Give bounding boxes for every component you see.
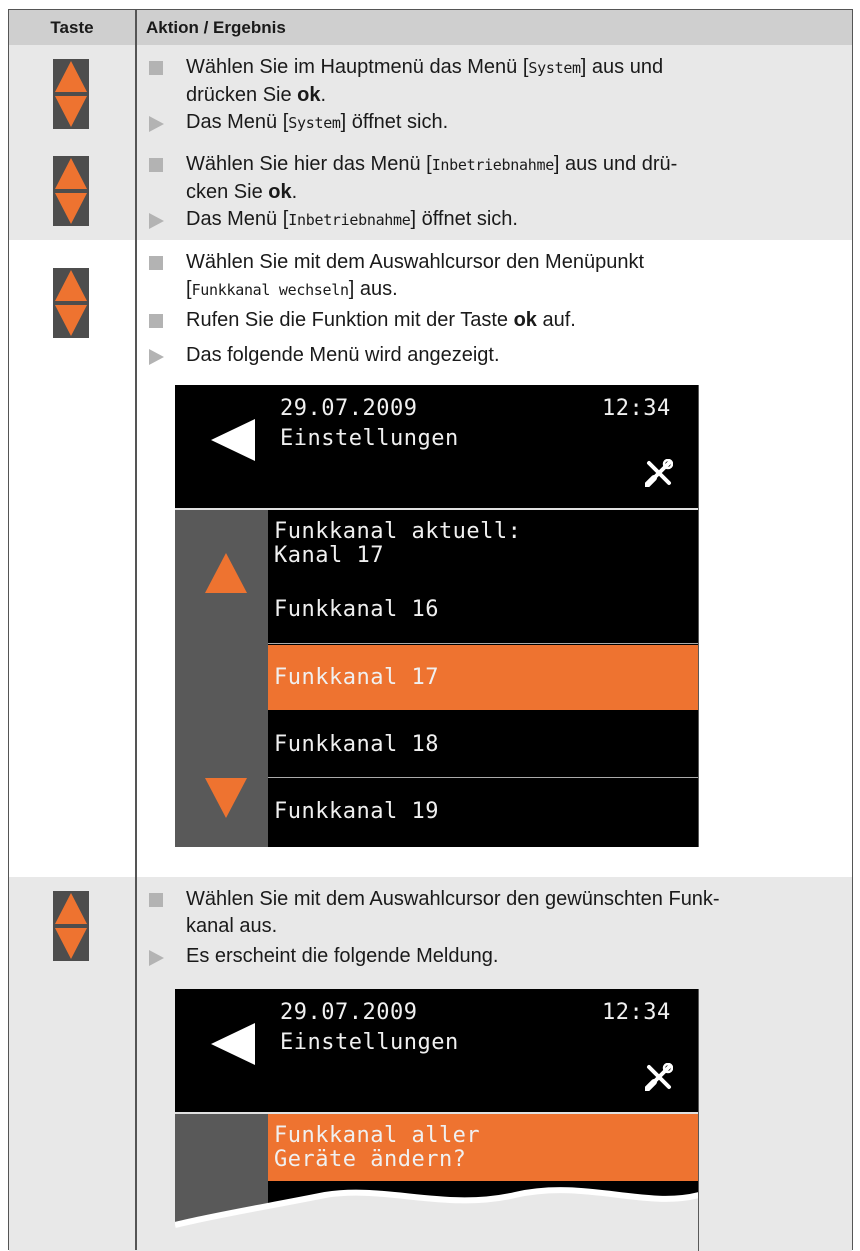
tools-icon	[645, 1063, 673, 1091]
bullet-square-icon	[149, 61, 163, 75]
screen-time: 12:34	[602, 396, 671, 421]
text-part: Wählen Sie mit dem Auswahlcursor den Men…	[186, 251, 645, 273]
action-item: Rufen Sie die Funktion mit der Taste ok …	[149, 307, 839, 334]
up-down-arrow-keys-icon	[53, 268, 89, 338]
result-item: Das folgende Menü wird angezeigt.	[149, 342, 839, 369]
key-name: ok	[268, 181, 292, 203]
device-screen-message: 29.07.2009 12:34 Einstellungen Funkkanal…	[175, 989, 699, 1251]
text-part: ] öffnet sich.	[410, 208, 518, 230]
bullet-square-icon	[149, 256, 163, 270]
scroll-panel	[175, 510, 268, 847]
screen-header: 29.07.2009 12:34 Einstellungen	[175, 385, 699, 509]
text-part: auf.	[536, 309, 576, 331]
up-down-arrow-keys-icon	[53, 59, 89, 129]
text-part: Das Menü [	[186, 111, 289, 133]
menu-item-label: Kanal 17	[274, 543, 384, 568]
header-action: Aktion / Ergebnis	[146, 18, 286, 37]
text-part: kanal aus.	[186, 915, 278, 937]
screen-title: Einstellungen	[280, 426, 459, 451]
menu-name: Inbetriebnahme	[288, 211, 411, 229]
text-part: ] aus und	[580, 56, 664, 78]
menu-item-label: Funkkanal 19	[274, 799, 439, 824]
result-item: Das Menü [Inbetriebnahme] öffnet sich.	[149, 206, 839, 233]
bullet-square-icon	[149, 158, 163, 172]
header-key: Taste	[50, 18, 94, 37]
text-part: Wählen Sie hier das Menü [	[186, 153, 432, 175]
message-text: Geräte ändern?	[274, 1147, 467, 1172]
bullet-square-icon	[149, 314, 163, 328]
action-item: Wählen Sie mit dem Auswahlcursor den gew…	[149, 886, 839, 940]
result-arrow-icon	[149, 213, 164, 229]
result-item: Das Menü [System] öffnet sich.	[149, 109, 839, 136]
key-name: ok	[297, 84, 321, 106]
text-part: drücken Sie	[186, 84, 298, 106]
screen-time: 12:34	[602, 1000, 671, 1025]
key-name: ok	[513, 309, 537, 331]
result-text: Es erscheint die folgende Meldung.	[186, 945, 499, 967]
message-text: Funkkanal aller	[274, 1123, 481, 1148]
menu-name: System	[528, 59, 581, 77]
instruction-table: Taste Aktion / Ergebnis Wählen Sie im Ha…	[8, 9, 853, 1251]
menu-item-label: Funkkanal 18	[274, 732, 439, 757]
device-screen-menu: 29.07.2009 12:34 Einstellungen ok Funkka…	[175, 385, 699, 847]
result-text: Das folgende Menü wird angezeigt.	[186, 344, 500, 366]
menu-name: System	[288, 114, 341, 132]
result-arrow-icon	[149, 116, 164, 132]
confirmation-message: Funkkanal aller Geräte ändern?	[268, 1114, 698, 1181]
back-arrow-icon[interactable]	[211, 419, 255, 461]
text-part: cken Sie	[186, 181, 269, 203]
screen-date: 29.07.2009	[280, 396, 418, 421]
menu-item-current-channel: Funkkanal aktuell: Kanal 17	[268, 510, 698, 578]
menu-item-channel-19[interactable]: Funkkanal 19	[268, 779, 698, 847]
text-part: ] aus.	[348, 278, 398, 300]
side-panel	[698, 989, 699, 1251]
menu-item-label: Funkkanal 16	[274, 597, 439, 622]
up-down-arrow-keys-icon	[53, 156, 89, 226]
result-arrow-icon	[149, 349, 164, 365]
text-part: .	[320, 84, 327, 106]
column-divider	[135, 10, 137, 1250]
menu-item-channel-17-selected[interactable]: Funkkanal 17	[268, 645, 698, 710]
scroll-up-icon[interactable]	[205, 553, 247, 593]
result-arrow-icon	[149, 950, 164, 966]
action-item: Wählen Sie mit dem Auswahlcursor den Men…	[149, 249, 839, 303]
menu-item-label: Funkkanal aktuell:	[274, 519, 522, 544]
action-item: Wählen Sie im Hauptmenü das Menü [System…	[149, 54, 839, 108]
menu-item-label: Funkkanal 17	[274, 665, 439, 690]
bullet-square-icon	[149, 893, 163, 907]
menu-name: Funkkanal wechseln	[191, 281, 349, 299]
tools-icon	[645, 459, 673, 487]
scroll-down-icon[interactable]	[205, 778, 247, 818]
text-part: Wählen Sie mit dem Auswahlcursor den gew…	[186, 888, 720, 910]
result-item: Es erscheint die folgende Meldung.	[149, 943, 839, 970]
screen-title: Einstellungen	[280, 1030, 459, 1055]
text-part: ] öffnet sich.	[340, 111, 449, 133]
up-down-arrow-keys-icon	[53, 891, 89, 961]
text-part: ] aus und drü-	[553, 153, 678, 175]
menu-name: Inbetriebnahme	[431, 156, 555, 174]
screen-date: 29.07.2009	[280, 1000, 418, 1025]
side-panel	[698, 385, 699, 847]
text-part: .	[291, 181, 298, 203]
text-part: Wählen Sie im Hauptmenü das Menü [	[186, 56, 529, 78]
menu-item-channel-16[interactable]: Funkkanal 16	[268, 577, 698, 644]
back-arrow-icon[interactable]	[211, 1023, 255, 1065]
menu-item-channel-18[interactable]: Funkkanal 18	[268, 711, 698, 778]
text-part: Das Menü [	[186, 208, 289, 230]
action-item: Wählen Sie hier das Menü [Inbetriebnahme…	[149, 151, 839, 205]
text-part: Rufen Sie die Funktion mit der Taste	[186, 309, 514, 331]
